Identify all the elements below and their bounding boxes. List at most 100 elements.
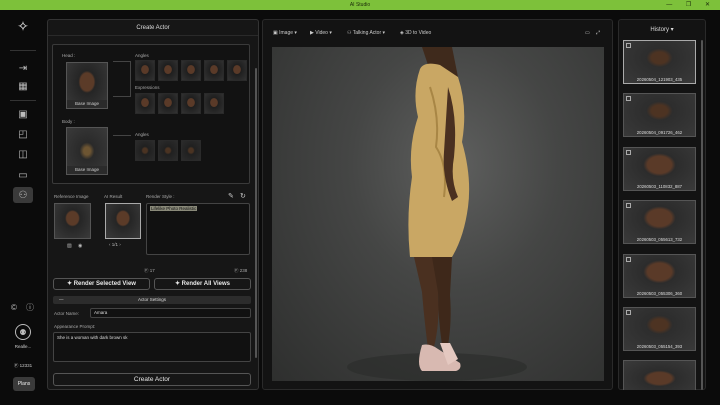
body-angle-thumb[interactable] — [135, 140, 155, 161]
body-angle-thumb[interactable] — [158, 140, 178, 161]
history-item[interactable]: 20260504_121903_435 — [623, 40, 696, 84]
render-selected-button[interactable]: ✦ Render Selected View — [53, 278, 150, 290]
body-base-image[interactable]: Base Image — [66, 127, 108, 175]
appearance-textarea[interactable]: She is a woman with dark brown sk — [53, 332, 251, 362]
count-right-value: 238 — [239, 268, 248, 273]
connector-line — [113, 61, 131, 97]
user-name: Realle... — [14, 344, 32, 349]
body-angle-thumb[interactable] — [181, 140, 201, 161]
history-item[interactable]: 20260504_091726_462 — [623, 93, 696, 137]
select-icon[interactable] — [626, 310, 631, 315]
eye-icon[interactable]: ◉ — [78, 243, 82, 249]
create-actor-button[interactable]: Create Actor — [53, 373, 251, 386]
layers-icon[interactable]: ◫ — [13, 146, 33, 162]
head-angle-thumb[interactable] — [204, 60, 224, 81]
image-menu-label: Image ▾ — [279, 30, 297, 36]
folder-icon[interactable]: ▭ — [585, 30, 590, 36]
base-image-caption: Base Image — [67, 100, 107, 108]
nav-divider — [10, 100, 36, 101]
history-item-label: 20260503_110832_887 — [636, 184, 683, 189]
talking-actor-menu[interactable]: ⚇ Talking Actor ▾ — [347, 30, 385, 36]
window-controls[interactable]: — ❐ ✕ — [666, 0, 716, 10]
app-logo-icon: ✧ — [17, 17, 29, 34]
render-all-button[interactable]: ✦ Render All Views — [154, 278, 251, 290]
chat-icon[interactable]: ▭ — [13, 167, 33, 183]
head-base-image[interactable]: Base Image — [66, 62, 108, 109]
to-video-menu[interactable]: ◈ 3D to Video — [400, 30, 431, 36]
select-icon[interactable] — [626, 43, 631, 48]
render-style-value: Lifelike Photo Realistic — [150, 206, 198, 211]
to-video-label: 3D to Video — [405, 30, 432, 36]
actor-icon[interactable]: ⚇ — [13, 187, 33, 203]
history-title[interactable]: History ▾ — [619, 26, 705, 33]
video-menu[interactable]: ▶ Video ▾ — [310, 30, 332, 36]
select-icon[interactable] — [626, 150, 631, 155]
head-angle-thumb[interactable] — [181, 60, 201, 81]
image-icon[interactable]: ▨ — [67, 243, 72, 249]
history-item[interactable]: 20260503_055613_732 — [623, 200, 696, 244]
select-icon[interactable] — [626, 203, 631, 208]
head-angle-thumb[interactable] — [227, 60, 247, 81]
history-item[interactable]: 20260503_110832_887 — [623, 147, 696, 191]
generated-photo[interactable] — [272, 47, 604, 381]
select-icon[interactable] — [626, 257, 631, 262]
actor-settings-header[interactable]: — Actor Settings — [53, 296, 251, 304]
actor-settings-label: Actor Settings — [137, 297, 166, 302]
expression-thumb[interactable] — [181, 93, 201, 114]
info-icon[interactable]: ⓘ — [24, 299, 36, 315]
expression-thumb[interactable] — [158, 93, 178, 114]
expression-thumb[interactable] — [135, 93, 155, 114]
image-edit-icon[interactable]: ◰ — [13, 126, 33, 142]
head-angle-thumb[interactable] — [158, 60, 178, 81]
image-gen-icon[interactable]: ▣ — [13, 106, 33, 122]
title-bar: AI Studio — ❐ ✕ — [0, 0, 720, 10]
sparkle-icon: ✦ — [174, 281, 182, 287]
refresh-icon[interactable]: ↻ — [240, 192, 246, 200]
sparkle-icon: ✦ — [67, 281, 74, 287]
history-item[interactable]: 20260503_055306_360 — [623, 254, 696, 298]
ai-result-image[interactable] — [105, 203, 141, 239]
render-style-field[interactable]: Lifelike Photo Realistic — [146, 203, 250, 255]
actor-name-input[interactable]: Amara — [90, 308, 251, 318]
count-right: Ⓟ 238 — [234, 268, 247, 274]
video-menu-label: Video ▾ — [315, 30, 332, 36]
expand-icon[interactable]: ⤢ — [596, 30, 600, 36]
history-item-label: 20260504_121903_435 — [636, 77, 683, 82]
credits-count: Ⓟ 12331 — [0, 363, 46, 369]
grid-icon[interactable]: ▦ — [13, 78, 33, 94]
import-icon[interactable]: ⇥ — [13, 60, 33, 76]
history-item-label: 20260503_055154_393 — [636, 344, 683, 349]
copyright-icon[interactable]: © — [8, 299, 20, 315]
image-menu[interactable]: ▣ Image ▾ — [273, 30, 297, 36]
history-item[interactable] — [623, 360, 696, 390]
pager-value: 1/1 — [111, 242, 119, 247]
history-item[interactable]: 20260503_055154_393 — [623, 307, 696, 351]
select-icon[interactable] — [626, 96, 631, 101]
body-angles-label: Angles — [135, 132, 149, 137]
palette-icon[interactable]: ✎ — [228, 192, 234, 200]
connector-line — [113, 135, 131, 136]
render-selected-label: Render Selected View — [73, 281, 136, 287]
plans-button[interactable]: Plans — [13, 377, 35, 391]
angles-label: Angles — [135, 53, 149, 58]
pager: ‹ 1/1 › — [109, 242, 121, 247]
head-angle-thumb[interactable] — [135, 60, 155, 81]
history-item-label: 20260504_091726_462 — [636, 130, 683, 135]
appearance-label: Appearance Prompt: — [54, 324, 96, 329]
actor-figure — [347, 47, 527, 381]
panel-scrollbar[interactable] — [255, 68, 257, 358]
left-nav: ✧ ⇥ ▦ ▣ ◰ ◫ ▭ ⚇ © ⓘ ⚉ Realle... Ⓟ 12331 … — [0, 10, 46, 405]
create-actor-panel: Create Actor Head : Base Image Body : Ba… — [47, 19, 259, 390]
views-box: Head : Base Image Body : Base Image Angl… — [52, 44, 250, 184]
reference-image[interactable] — [54, 203, 91, 239]
history-scrollbar[interactable] — [701, 40, 703, 390]
avatar[interactable]: ⚉ — [15, 324, 31, 340]
collapse-icon: — — [59, 297, 64, 302]
reference-image-box: ▨ ◉ — [52, 201, 99, 257]
history-item-label: 20260503_055613_732 — [636, 237, 683, 242]
ai-result-box: ‹ 1/1 › — [103, 201, 143, 257]
base-image-caption: Base Image — [67, 166, 107, 174]
expression-thumb[interactable] — [204, 93, 224, 114]
history-panel: History ▾ 20260504_121903_435 20260504_0… — [618, 19, 706, 390]
canvas-area: ▣ Image ▾ ▶ Video ▾ ⚇ Talking Actor ▾ ◈ … — [262, 19, 613, 390]
